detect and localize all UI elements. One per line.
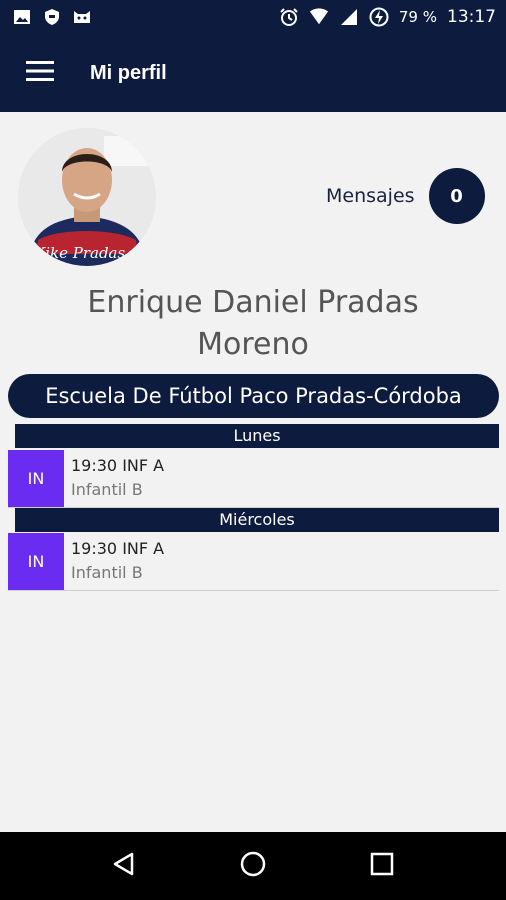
alarm-icon [279,8,299,26]
messages-count-badge: 0 [428,168,485,224]
signal-icon [339,8,359,26]
session-group: Infantil B [71,563,143,582]
session-item[interactable]: IN 19:30 INF A Infantil B [8,533,499,591]
battery-saver-icon [369,7,389,27]
messages-indicator[interactable]: Mensajes 0 [326,168,485,224]
shield-notification-icon [42,8,62,26]
day-header: Lunes [15,424,499,448]
recents-button[interactable] [352,836,412,896]
clock: 13:17 [447,7,496,27]
club-pill[interactable]: Escuela De Fútbol Paco Pradas-Córdoba [8,374,499,418]
session-group: Infantil B [71,480,143,499]
avatar[interactable]: Kike Pradas [18,128,156,266]
image-notification-icon [12,8,32,26]
recents-square-icon [370,852,394,880]
status-bar: 79 % 13:17 [0,0,506,34]
day-header: Miércoles [15,508,499,532]
battery-percentage: 79 % [398,8,437,26]
session-time: 19:30 INF A [71,539,165,558]
session-badge: IN [8,533,64,590]
avatar-caption: Kike Pradas [34,244,126,262]
home-circle-icon [239,850,267,882]
system-navigation-bar [0,832,506,900]
home-button[interactable] [223,836,283,896]
page-title: Mi perfil [90,61,167,84]
cat-notification-icon [72,8,92,26]
messages-label: Mensajes [326,185,415,207]
session-item[interactable]: IN 19:30 INF A Infantil B [8,450,499,508]
user-name: Enrique Daniel Pradas Moreno [87,285,419,362]
back-button[interactable] [94,836,154,896]
hamburger-icon [26,60,54,86]
session-time: 19:30 INF A [71,456,165,475]
back-triangle-icon [111,851,137,881]
wifi-icon [309,8,329,26]
menu-button[interactable] [12,45,68,101]
session-badge: IN [8,450,64,507]
app-bar: Mi perfil [0,34,506,112]
